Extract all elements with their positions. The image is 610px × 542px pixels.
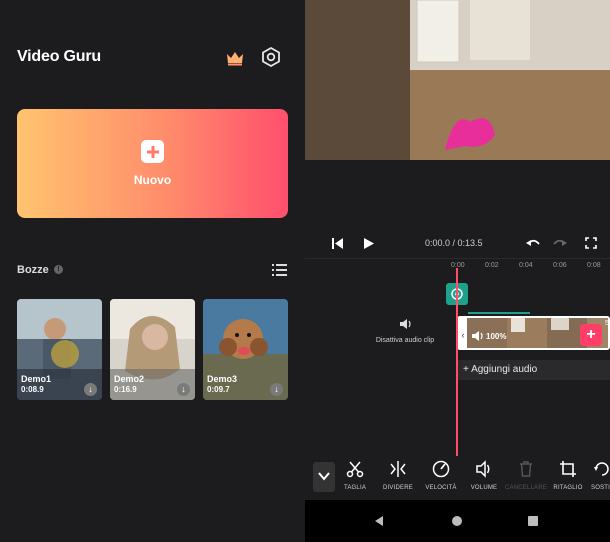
playback-time: 0:00.0 / 0:13.5 (425, 238, 483, 248)
skip-to-start-icon[interactable] (331, 237, 344, 250)
volume-icon (476, 460, 490, 478)
tool-label: RITAGLIO (553, 485, 583, 491)
mute-clip-audio-label: Disattiva audio clip (375, 337, 435, 344)
mute-clip-audio-button[interactable]: Disattiva audio clip (373, 317, 437, 345)
timeline-divider (305, 258, 610, 259)
crown-icon[interactable] (225, 48, 245, 68)
tool-label: TAGLIA (343, 485, 367, 491)
trash-icon (520, 461, 532, 477)
scissors-icon (346, 461, 364, 478)
clip-left-handle-icon[interactable]: ‹ (459, 328, 467, 342)
speaker-icon (399, 319, 411, 329)
undo-icon[interactable] (525, 237, 541, 250)
ruler-tick: 0:08 (587, 262, 601, 269)
draft-card[interactable]: Demo2 0:16.9 ↓ (110, 299, 195, 400)
app-logo: Video Guru (17, 48, 101, 65)
draft-duration: 0:09.7 (207, 385, 230, 394)
tool-speed[interactable]: VELOCITÀ (419, 460, 463, 491)
settings-gear-icon[interactable] (260, 46, 282, 68)
new-project-label: Nuovo (133, 173, 172, 187)
split-icon (390, 461, 406, 477)
draft-name: Demo3 (207, 374, 238, 384)
download-icon[interactable]: ↓ (84, 383, 97, 396)
replace-icon (594, 462, 609, 476)
info-icon[interactable]: ! (54, 265, 63, 274)
home-icon[interactable] (451, 515, 463, 527)
draft-name: Demo2 (114, 374, 145, 384)
ruler-tick: 0:04 (519, 262, 533, 269)
clip-edge-digit: 5 (605, 320, 609, 327)
tool-trim[interactable]: TAGLIA (333, 460, 377, 491)
add-clip-button[interactable]: + (580, 324, 602, 346)
back-icon[interactable] (373, 515, 385, 527)
add-audio-button[interactable]: + Aggiungi audio (458, 360, 610, 380)
tool-label: VOLUME (470, 485, 498, 491)
system-nav-bar (305, 500, 610, 542)
keyframe-track (468, 312, 530, 314)
download-icon[interactable]: ↓ (270, 383, 283, 396)
tool-delete[interactable]: CANCELLARE (504, 460, 548, 491)
new-project-button[interactable]: Nuovo (17, 109, 288, 218)
list-view-icon[interactable] (272, 264, 287, 276)
plus-icon (141, 140, 164, 163)
editor-screen: 0:00.0 / 0:13.5 0:00 0:02 0:04 0:06 0:08… (305, 0, 610, 542)
tool-replace[interactable]: SOSTI (585, 460, 610, 491)
draft-duration: 0:16.9 (114, 385, 137, 394)
draft-name: Demo1 (21, 374, 52, 384)
tool-crop[interactable]: RITAGLIO (546, 460, 590, 491)
draft-duration: 0:08.9 (21, 385, 44, 394)
speed-icon (432, 460, 450, 478)
play-icon[interactable] (362, 237, 375, 250)
draft-card[interactable]: Demo3 0:09.7 ↓ (203, 299, 288, 400)
tool-label: SOSTI (591, 485, 610, 491)
home-screen: Video Guru Nuovo Bozze ! Demo1 0:08.9 ↓ (0, 0, 305, 542)
redo-icon[interactable] (552, 237, 568, 250)
draft-card[interactable]: Demo1 0:08.9 ↓ (17, 299, 102, 400)
clip-volume-value: 100% (486, 332, 507, 341)
drafts-heading: Bozze (17, 264, 49, 276)
crop-icon (560, 461, 576, 477)
tool-split[interactable]: DIVIDERE (376, 460, 420, 491)
video-preview[interactable] (305, 0, 610, 160)
download-icon[interactable]: ↓ (177, 383, 190, 396)
tool-label: CANCELLARE (504, 485, 547, 491)
tool-label: VELOCITÀ (425, 485, 457, 491)
ruler-tick: 0:06 (553, 262, 567, 269)
tool-label: DIVIDERE (383, 485, 413, 491)
recents-icon[interactable] (527, 515, 539, 527)
video-clip[interactable]: ‹ 100% + 5 (457, 316, 610, 350)
tool-volume[interactable]: VOLUME (462, 460, 506, 491)
chevron-down-icon (318, 472, 330, 481)
collapse-toolbar-button[interactable] (313, 462, 335, 492)
fullscreen-icon[interactable] (585, 237, 597, 249)
clip-volume-icon (472, 331, 483, 341)
playhead[interactable] (456, 268, 458, 456)
ruler-tick: 0:02 (485, 262, 499, 269)
